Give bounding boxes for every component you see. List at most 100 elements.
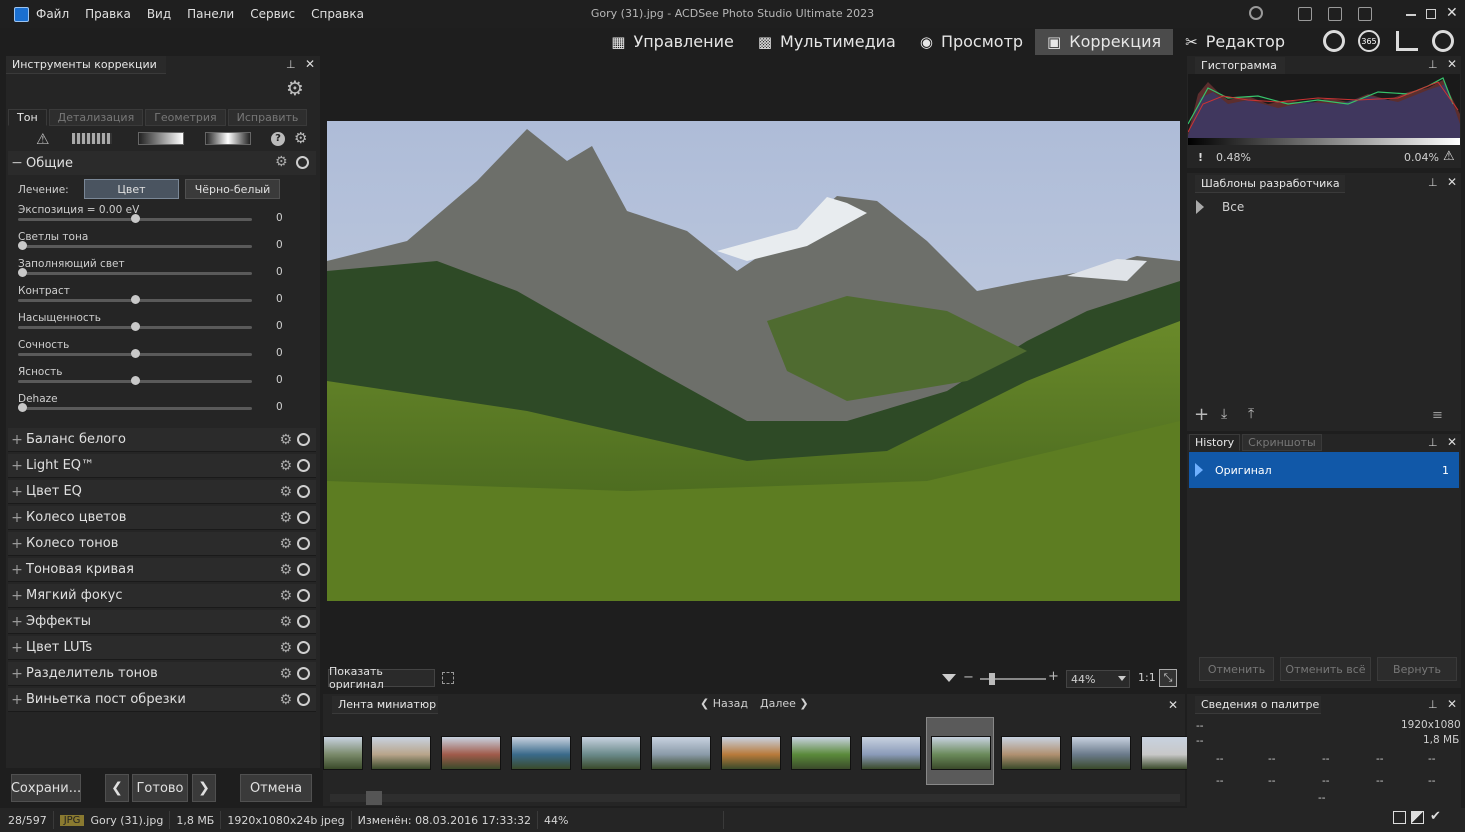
undo-all-button[interactable]: Отменить всё — [1280, 657, 1371, 681]
mode-edit[interactable]: ✂ Редактор — [1173, 29, 1297, 55]
landscape-photo[interactable] — [327, 121, 1180, 601]
view-split-icon[interactable] — [1411, 811, 1424, 824]
thumbnail[interactable] — [791, 736, 851, 770]
section-3[interactable]: + Колесо цветов ⚙ — [8, 506, 316, 530]
bw-button[interactable]: Чёрно-белый — [185, 179, 280, 199]
history-item-original[interactable]: Оригинал 1 — [1189, 452, 1459, 488]
menu-file[interactable]: Файл — [36, 7, 69, 21]
section-5[interactable]: + Тоновая кривая ⚙ — [8, 558, 316, 582]
menu-panels[interactable]: Панели — [187, 7, 234, 21]
layout-right-icon[interactable] — [1358, 7, 1372, 21]
slider-thumb[interactable] — [131, 322, 140, 331]
thumbnail[interactable] — [861, 736, 921, 770]
slider-value[interactable]: 0 — [276, 239, 283, 251]
close-icon[interactable]: ✕ — [1446, 5, 1458, 21]
next-link[interactable]: Далее ❯ — [760, 697, 809, 710]
section-4[interactable]: + Колесо тонов ⚙ — [8, 532, 316, 556]
slider-thumb[interactable] — [131, 214, 140, 223]
list-options-icon[interactable]: ≡ — [1432, 408, 1443, 423]
show-original-button[interactable]: Показать оригинал — [328, 665, 435, 691]
back-link[interactable]: ❮ Назад — [700, 697, 748, 710]
slider-value[interactable]: 0 — [276, 266, 283, 278]
slider-thumb[interactable] — [18, 268, 27, 277]
mode-develop[interactable]: ▣ Коррекция — [1035, 28, 1174, 55]
thumbnail[interactable] — [721, 736, 781, 770]
section-gear-icon[interactable]: ⚙ — [279, 510, 292, 526]
menu-tools[interactable]: Сервис — [250, 7, 295, 21]
slider-value[interactable]: 0 — [276, 347, 283, 359]
next-button[interactable]: ❯ — [192, 774, 216, 802]
slider-track[interactable] — [18, 245, 252, 248]
section-toggle-icon[interactable] — [297, 641, 310, 654]
acdsee-365-icon[interactable]: 365 — [1358, 30, 1380, 52]
section-10[interactable]: + Виньетка пост обрезки ⚙ — [8, 688, 316, 712]
mode-media[interactable]: ▩ Мультимедиа — [746, 29, 908, 55]
tab-geometry[interactable]: Геометрия — [145, 109, 226, 126]
gradient-dark-icon[interactable] — [205, 132, 251, 145]
section-gear-icon[interactable]: ⚙ — [279, 562, 292, 578]
thumbnail[interactable] — [581, 736, 641, 770]
slider-track[interactable] — [18, 407, 252, 410]
tab-repair[interactable]: Исправить — [227, 109, 308, 126]
dashboard-icon[interactable] — [1396, 31, 1418, 51]
slider-thumb[interactable] — [131, 295, 140, 304]
history-close-icon[interactable]: ✕ — [1447, 435, 1457, 449]
filmstrip-scroll-thumb[interactable] — [366, 791, 382, 805]
section-gear-icon[interactable]: ⚙ — [279, 614, 292, 630]
histogram-close-icon[interactable]: ✕ — [1447, 57, 1457, 71]
pin-icon[interactable]: ⊥ — [286, 58, 296, 71]
histogram-pin-icon[interactable]: ⊥ — [1428, 58, 1438, 71]
done-button[interactable]: Готово — [132, 774, 188, 802]
layout-bottom-icon[interactable] — [1328, 7, 1342, 21]
section-9[interactable]: + Разделитель тонов ⚙ — [8, 662, 316, 686]
thumbnail[interactable] — [651, 736, 711, 770]
export-icon[interactable]: ⤒ — [1248, 406, 1254, 422]
help-icon[interactable]: ? — [271, 132, 285, 146]
sync-icon[interactable] — [1432, 30, 1454, 52]
tab-snapshots[interactable]: Скриншоты — [1242, 434, 1322, 451]
cancel-button[interactable]: Отмена — [240, 774, 312, 802]
section-toggle-icon[interactable] — [297, 693, 310, 706]
presets-pin-icon[interactable]: ⊥ — [1428, 176, 1438, 189]
filmstrip-scrollbar[interactable] — [330, 794, 1180, 802]
import-icon[interactable]: ⤓ — [1221, 406, 1227, 422]
slider-value[interactable]: 0 — [276, 212, 283, 224]
zoom-slider-thumb[interactable] — [989, 673, 995, 685]
section-toggle-icon[interactable] — [297, 563, 310, 576]
zoom-dropdown-icon[interactable] — [942, 674, 956, 682]
mode-view[interactable]: ◉ Просмотр — [908, 29, 1035, 55]
section-gear-icon[interactable]: ⚙ — [279, 458, 292, 474]
section-7[interactable]: + Эффекты ⚙ — [8, 610, 316, 634]
account-icon[interactable] — [1249, 6, 1263, 20]
general-toggle-icon[interactable] — [296, 156, 309, 169]
slider-value[interactable]: 0 — [276, 320, 283, 332]
color-button[interactable]: Цвет — [84, 179, 179, 199]
expand-arrow-icon[interactable] — [1196, 200, 1204, 214]
actual-size-button[interactable]: 1:1 — [1138, 671, 1156, 684]
thumbnail[interactable] — [441, 736, 501, 770]
slider-track[interactable] — [18, 272, 252, 275]
history-pin-icon[interactable]: ⊥ — [1428, 436, 1438, 449]
settings-gear-icon[interactable]: ⚙ — [286, 76, 304, 100]
section-gear-icon[interactable]: ⚙ — [279, 588, 292, 604]
compare-icon[interactable] — [72, 133, 112, 144]
presets-close-icon[interactable]: ✕ — [1447, 175, 1457, 189]
menu-help[interactable]: Справка — [311, 7, 364, 21]
reel-icon[interactable] — [1323, 30, 1345, 52]
section-toggle-icon[interactable] — [297, 485, 310, 498]
section-toggle-icon[interactable] — [297, 433, 310, 446]
section-gear-icon[interactable]: ⚙ — [279, 666, 292, 682]
section-gear-icon[interactable]: ⚙ — [279, 692, 292, 708]
add-preset-icon[interactable]: + — [1194, 404, 1209, 425]
section-toggle-icon[interactable] — [297, 459, 310, 472]
maximize-icon[interactable] — [1426, 9, 1436, 19]
slider-value[interactable]: 0 — [276, 401, 283, 413]
palette-pin-icon[interactable]: ⊥ — [1428, 698, 1438, 711]
general-section-header[interactable]: − Общие — [8, 151, 316, 175]
general-gear-icon[interactable]: ⚙ — [275, 154, 288, 170]
zoom-arrow-icon[interactable] — [1118, 676, 1126, 681]
section-gear-icon[interactable]: ⚙ — [279, 432, 292, 448]
highlight-warning-icon[interactable]: ⚠ — [1443, 149, 1455, 164]
minimize-icon[interactable] — [1406, 14, 1416, 16]
section-gear-icon[interactable]: ⚙ — [279, 536, 292, 552]
